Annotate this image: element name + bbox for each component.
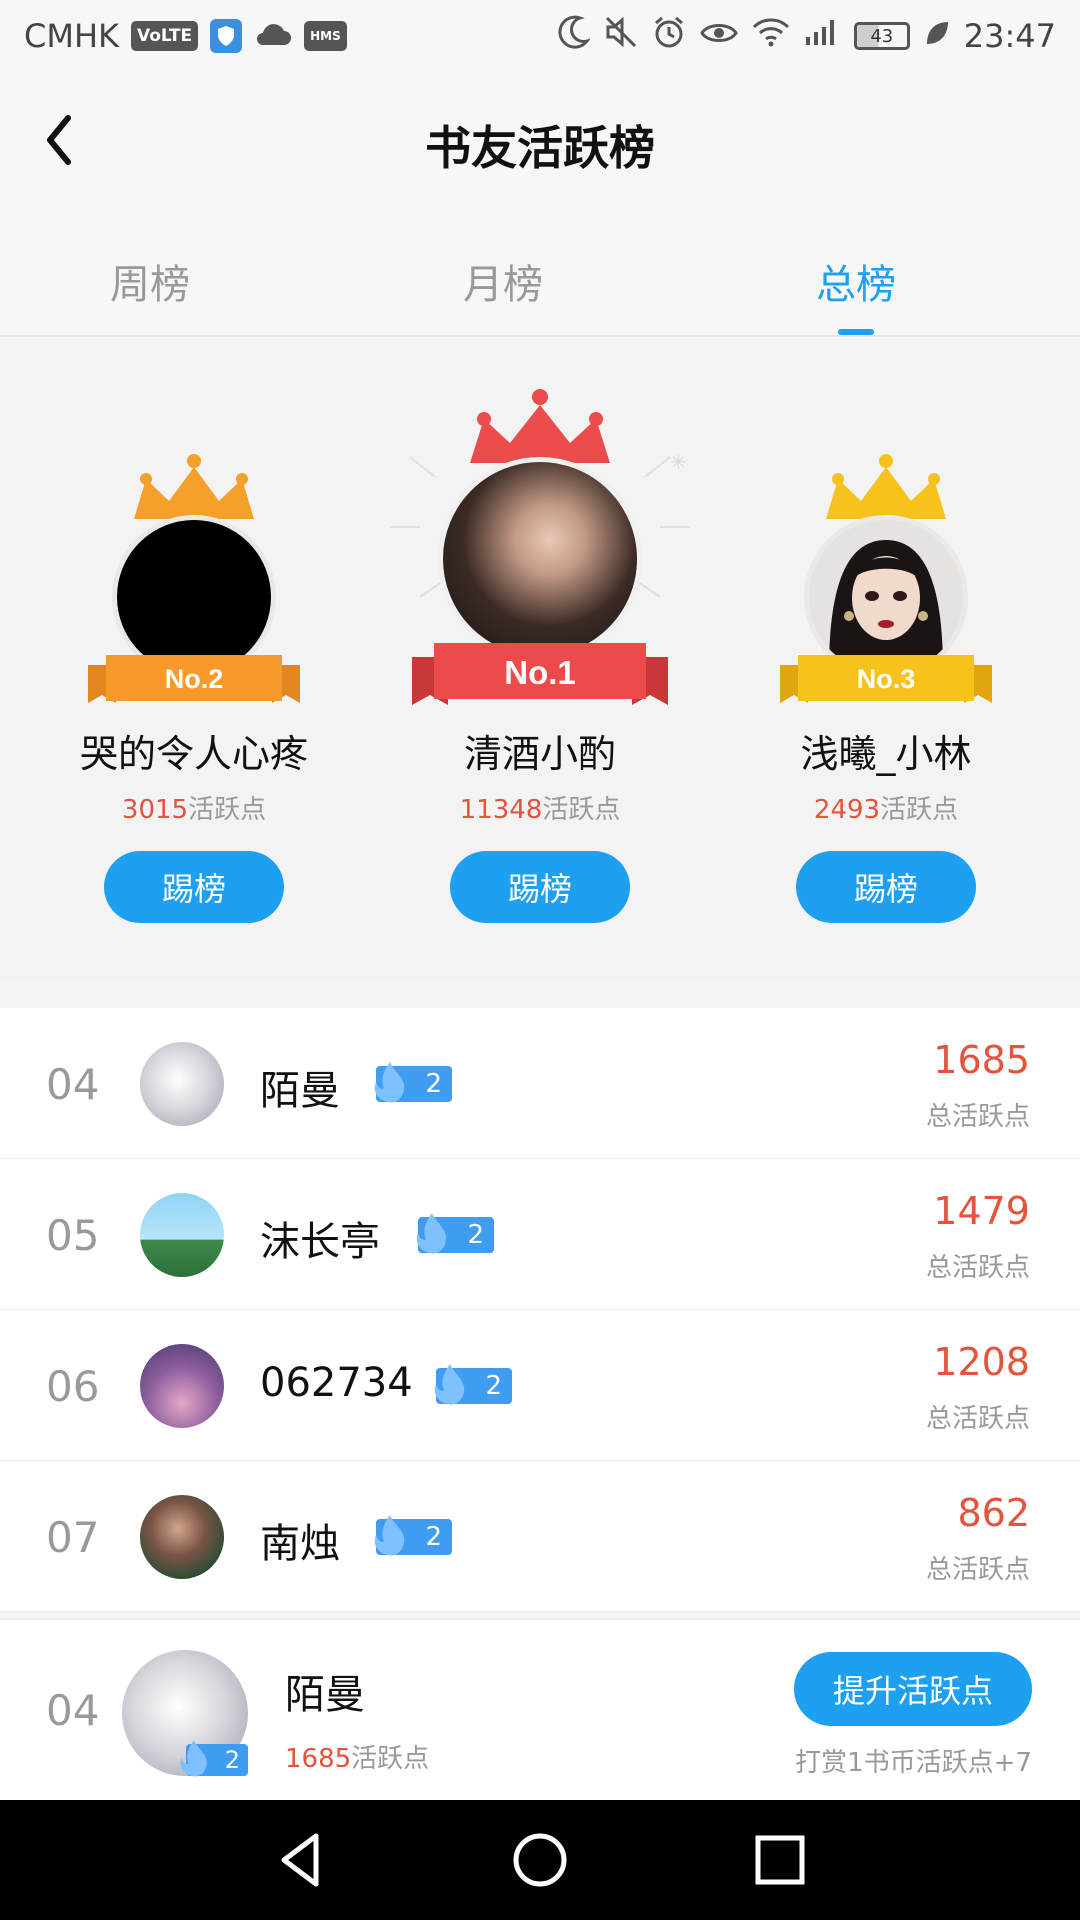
avatar[interactable]	[140, 1042, 224, 1126]
kick-button[interactable]: 踢榜	[796, 851, 976, 923]
leaf-icon	[924, 17, 950, 55]
rank-number: 04	[46, 1060, 100, 1109]
page-title: 书友活跃榜	[425, 121, 655, 175]
podium-name: 清酒小酌	[463, 732, 616, 776]
activity-label: 总活跃点	[925, 1102, 1030, 1132]
my-name: 陌曼	[285, 1672, 365, 1718]
podium-points: 11348活跃点	[459, 795, 621, 825]
kick-button[interactable]: 踢榜	[450, 851, 630, 923]
my-rank-bar: 04 2 陌曼 1685活跃点 提升活跃点 打赏1书币活跃点+7	[0, 1618, 1080, 1800]
rank-number: 05	[46, 1211, 100, 1260]
system-nav-bar	[0, 1800, 1080, 1920]
mute-icon	[604, 15, 638, 57]
cloud-icon	[254, 17, 292, 55]
podium-name: 浅曦_小林	[800, 732, 972, 776]
carrier-label: CMHK	[24, 17, 119, 55]
flame-icon	[416, 1213, 447, 1254]
active-tab-indicator	[838, 329, 874, 335]
level-badge: 2	[416, 1213, 494, 1254]
activity-value: 862	[957, 1491, 1030, 1535]
rank-ribbon: No.1	[412, 643, 668, 705]
podium-first: ✳ No.1 清酒小酌 11348活跃点 踢榜	[380, 337, 700, 982]
rank-label: No.3	[857, 664, 916, 694]
list-item[interactable]: 06 062734 2 1208 总活跃点	[0, 1310, 1080, 1461]
podium: No.2 哭的令人心疼 3015活跃点 踢榜 ✳ No.1 清酒小酌 11348…	[0, 337, 1080, 982]
avatar[interactable]	[140, 1193, 224, 1277]
user-name: 陌曼	[260, 1068, 340, 1114]
podium-points: 2493活跃点	[813, 795, 959, 825]
reward-hint: 打赏1书币活跃点+7	[795, 1748, 1032, 1778]
user-name: 沫长亭	[260, 1219, 380, 1265]
flame-icon	[374, 1062, 405, 1103]
activity-value: 1208	[933, 1340, 1030, 1384]
status-bar: CMHK VoLTE HMS 43 23:47	[0, 0, 1080, 72]
level-badge: 2	[374, 1062, 452, 1103]
my-points: 1685活跃点	[285, 1744, 430, 1774]
rank-label: No.2	[165, 664, 224, 694]
eye-icon	[700, 17, 738, 55]
activity-label: 总活跃点	[925, 1253, 1030, 1283]
kick-button[interactable]: 踢榜	[104, 851, 284, 923]
shield-icon	[210, 19, 243, 53]
flame-icon	[434, 1364, 465, 1405]
podium-second: No.2 哭的令人心疼 3015活跃点 踢榜	[34, 337, 354, 982]
list-item[interactable]: 07 南烛 2 862 总活跃点	[0, 1461, 1080, 1612]
list-item[interactable]: 05 沫长亭 2 1479 总活跃点	[0, 1159, 1080, 1310]
activity-value: 1479	[933, 1189, 1030, 1233]
podium-name: 哭的令人心疼	[79, 732, 308, 776]
avatar[interactable]	[140, 1495, 224, 1579]
wifi-icon	[752, 17, 790, 55]
nav-recents-icon[interactable]	[748, 1828, 812, 1892]
tab-weekly[interactable]: 周榜	[60, 252, 240, 310]
avatar[interactable]	[140, 1344, 224, 1428]
clock-time: 23:47	[963, 17, 1056, 55]
list-item[interactable]: 04 陌曼 2 1685 总活跃点	[0, 1008, 1080, 1159]
tab-monthly[interactable]: 月榜	[413, 252, 593, 310]
moon-icon	[558, 15, 591, 57]
header: 书友活跃榜	[0, 72, 1080, 212]
my-level-badge: 2	[180, 1740, 248, 1777]
volte-badge: VoLTE	[131, 21, 199, 51]
tab-total[interactable]: 总榜	[766, 252, 946, 310]
activity-label: 总活跃点	[925, 1404, 1030, 1434]
my-rank-number: 04	[46, 1686, 100, 1735]
flame-icon	[374, 1515, 405, 1556]
tab-bar: 周榜 月榜 总榜	[0, 212, 1080, 337]
rank-number: 07	[46, 1513, 100, 1562]
rank-ribbon: No.3	[780, 655, 992, 703]
signal-icon	[804, 17, 840, 55]
activity-label: 总活跃点	[925, 1555, 1030, 1585]
rank-number: 06	[46, 1362, 100, 1411]
activity-value: 1685	[933, 1038, 1030, 1082]
podium-points: 3015活跃点	[121, 795, 267, 825]
podium-third: No.3 浅曦_小林 2493活跃点 踢榜	[726, 337, 1046, 982]
rank-ribbon: No.2	[88, 655, 300, 703]
user-name: 062734	[260, 1360, 413, 1406]
level-badge: 2	[374, 1515, 452, 1556]
hms-badge: HMS	[304, 21, 347, 51]
user-name: 南烛	[260, 1521, 340, 1567]
avatar[interactable]	[438, 457, 642, 661]
nav-back-icon[interactable]	[270, 1828, 334, 1892]
level-badge: 2	[434, 1364, 512, 1405]
nav-home-icon[interactable]	[508, 1828, 572, 1892]
alarm-icon	[652, 15, 686, 57]
svg-text:✳: ✳	[670, 450, 687, 474]
battery-icon: 43	[853, 22, 910, 50]
boost-activity-button[interactable]: 提升活跃点	[794, 1652, 1032, 1726]
flame-icon	[180, 1740, 207, 1777]
ranking-list: 04 陌曼 2 1685 总活跃点 05 沫长亭 2 1479 总活跃点 06 …	[0, 1008, 1080, 1612]
rank-label: No.1	[504, 654, 576, 691]
